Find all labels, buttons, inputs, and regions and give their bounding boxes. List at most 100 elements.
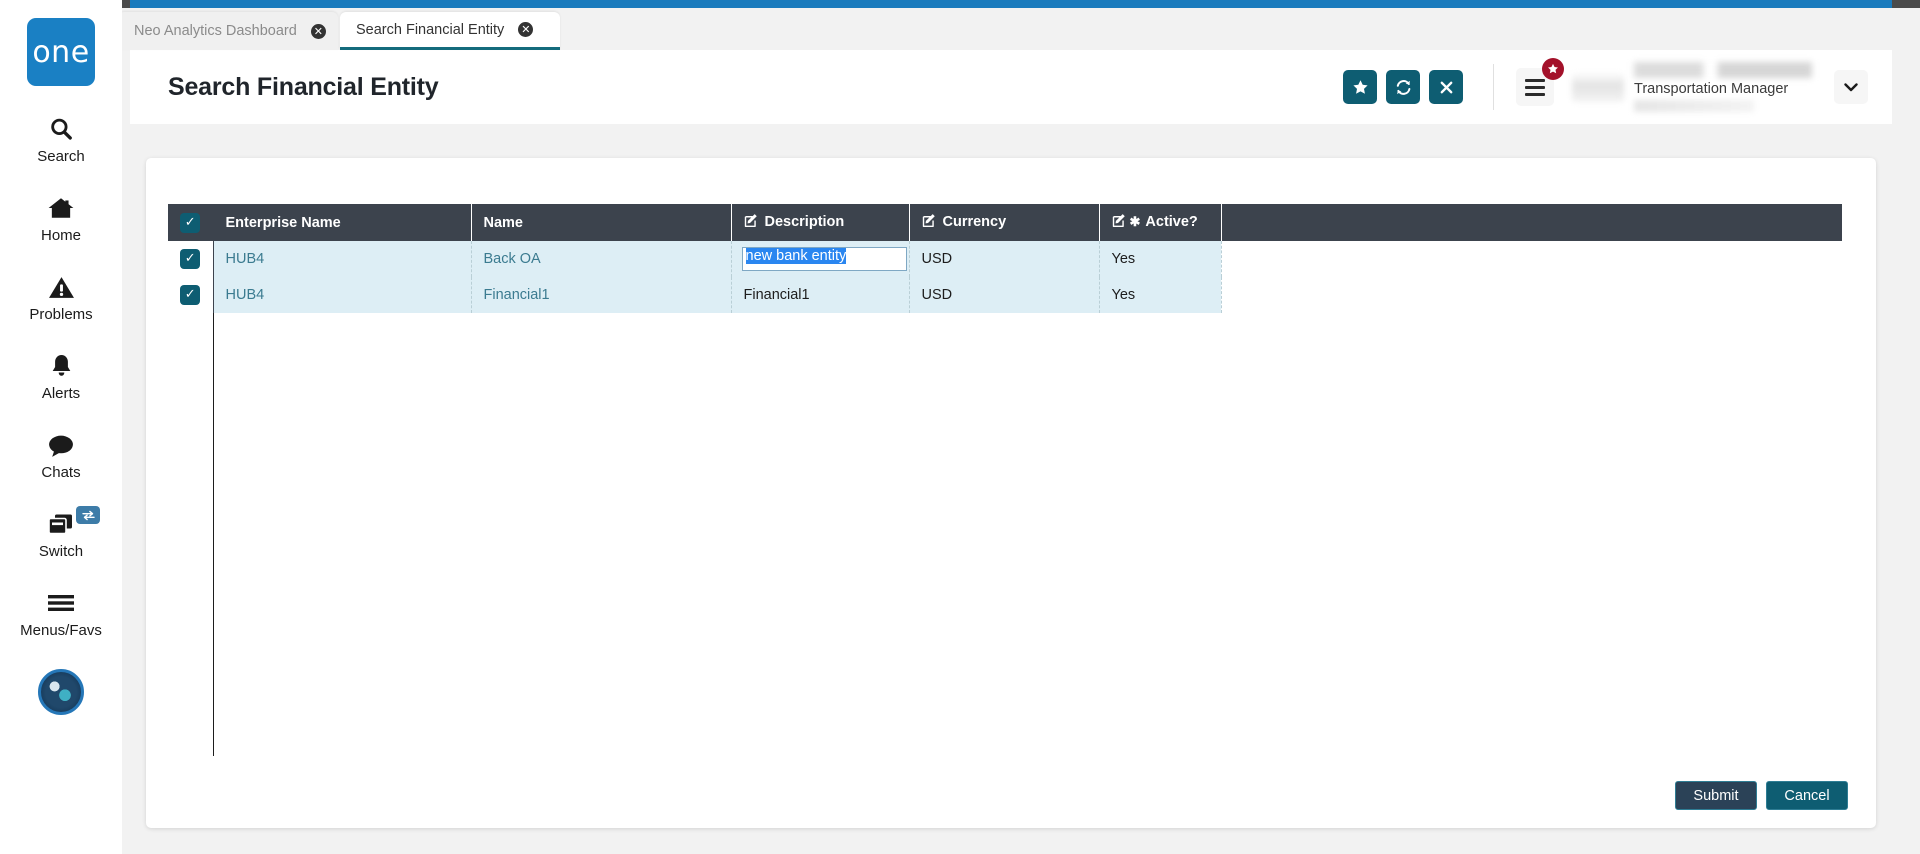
- swap-arrows-icon[interactable]: [76, 506, 100, 524]
- user-info: Transportation Manager: [1634, 62, 1820, 112]
- description-input[interactable]: new bank entity: [741, 247, 907, 271]
- sidebar-item-label: Menus/Favs: [20, 622, 102, 639]
- user-subtext-redacted: [1634, 100, 1754, 112]
- column-header-active[interactable]: ✱ Active?: [1099, 204, 1222, 241]
- financial-entity-table: ✓ Enterprise Name Name Description Curre…: [168, 204, 1842, 313]
- sidebar-item-label: Home: [40, 227, 81, 244]
- cell-spacer: [1221, 277, 1842, 313]
- refresh-icon: [1396, 79, 1410, 95]
- tab-neo-analytics-dashboard[interactable]: Neo Analytics Dashboard ✕: [118, 12, 338, 50]
- hamburger-icon-bar: [1525, 85, 1545, 89]
- cell-spacer: [1221, 241, 1842, 277]
- menu-button[interactable]: [1516, 58, 1564, 106]
- top-stripe-right-cap: [1892, 0, 1920, 8]
- content-panel: ✓ Enterprise Name Name Description Curre…: [146, 158, 1876, 828]
- checkmark-icon[interactable]: ✓: [180, 285, 201, 305]
- home-icon: [47, 192, 75, 224]
- header-divider: [1493, 64, 1494, 110]
- cell-name[interactable]: Financial1: [471, 277, 732, 313]
- user-avatar-image[interactable]: [38, 669, 84, 715]
- sidebar-item-label: Problems: [29, 306, 93, 323]
- user-role-label: Transportation Manager: [1634, 81, 1789, 97]
- checkmark-icon[interactable]: ✓: [180, 212, 201, 233]
- pencil-square-icon: [1112, 213, 1127, 232]
- header-action-bar: Transportation Manager: [1334, 50, 1892, 124]
- close-x-icon: [1440, 81, 1452, 93]
- table-row[interactable]: ✓ HUB4 Back OA new bank entity USD Yes: [168, 241, 1842, 277]
- user-profile-block[interactable]: Transportation Manager: [1572, 62, 1820, 112]
- cell-active[interactable]: Yes: [1099, 277, 1222, 313]
- app-logo-text: one: [32, 34, 90, 70]
- left-sidebar: one Search Home Problems Alerts Chats Sw…: [0, 0, 122, 854]
- sidebar-item-alerts[interactable]: Alerts: [0, 350, 122, 402]
- page-title: Search Financial Entity: [168, 72, 439, 101]
- tab-search-financial-entity[interactable]: Search Financial Entity ✕: [340, 12, 560, 50]
- description-input-value: new bank entity: [745, 248, 847, 264]
- star-badge-icon: [1542, 58, 1564, 80]
- column-header-label: Name: [483, 214, 524, 231]
- browser-tab-bar: Neo Analytics Dashboard ✕ Search Financi…: [118, 12, 1898, 50]
- refresh-button[interactable]: [1386, 70, 1420, 104]
- column-header-description[interactable]: Description: [731, 204, 910, 241]
- favorite-button[interactable]: [1343, 70, 1377, 104]
- bell-icon: [49, 350, 74, 382]
- top-stripe-left-cap: [122, 0, 130, 8]
- search-icon: [48, 113, 74, 145]
- cancel-button[interactable]: Cancel: [1766, 781, 1848, 810]
- column-header-enterprise-name[interactable]: Enterprise Name: [213, 204, 472, 241]
- close-circle-icon[interactable]: ✕: [310, 23, 326, 39]
- user-badge-redacted: [1572, 72, 1624, 102]
- user-name-redacted: [1634, 62, 1812, 78]
- windows-stack-icon: [46, 508, 76, 540]
- cell-enterprise-name[interactable]: HUB4: [213, 241, 472, 277]
- hamburger-icon-bar: [1525, 78, 1545, 82]
- checkmark-icon[interactable]: ✓: [180, 249, 201, 269]
- sidebar-item-switch[interactable]: Switch: [0, 506, 122, 560]
- column-header-label: Active?: [1145, 214, 1198, 230]
- hamburger-icon-bar: [1525, 92, 1545, 96]
- row-checkbox-cell[interactable]: ✓: [168, 277, 214, 313]
- chat-bubble-icon: [47, 429, 75, 461]
- cell-enterprise-name[interactable]: HUB4: [213, 277, 472, 313]
- user-menu-toggle[interactable]: [1834, 70, 1868, 104]
- pencil-square-icon: [744, 213, 759, 232]
- close-circle-icon[interactable]: ✕: [518, 22, 534, 37]
- cell-name[interactable]: Back OA: [471, 241, 732, 277]
- cell-currency[interactable]: USD: [909, 277, 1100, 313]
- top-accent-stripe: [130, 0, 1892, 8]
- app-logo[interactable]: one: [27, 18, 95, 86]
- hamburger-icon: [46, 587, 76, 619]
- submit-button[interactable]: Submit: [1675, 781, 1757, 810]
- chevron-down-icon: [1844, 83, 1858, 92]
- column-header-spacer: [1221, 204, 1842, 241]
- column-header-name[interactable]: Name: [471, 204, 732, 241]
- column-header-label: Enterprise Name: [225, 214, 341, 231]
- row-checkbox-cell[interactable]: ✓: [168, 241, 214, 277]
- sidebar-item-label: Switch: [38, 543, 84, 560]
- table-row[interactable]: ✓ HUB4 Financial1 Financial1 USD Yes: [168, 277, 1842, 313]
- sidebar-item-search[interactable]: Search: [0, 113, 122, 165]
- cell-currency[interactable]: USD: [909, 241, 1100, 277]
- pencil-square-icon: [922, 213, 937, 232]
- sidebar-item-problems[interactable]: Problems: [0, 271, 122, 323]
- cell-active[interactable]: Yes: [1099, 241, 1222, 277]
- table-header-row: ✓ Enterprise Name Name Description Curre…: [168, 204, 1842, 241]
- warning-triangle-icon: [48, 271, 75, 303]
- sidebar-item-chats[interactable]: Chats: [0, 429, 122, 481]
- sidebar-item-label: Chats: [41, 464, 81, 481]
- cell-description[interactable]: new bank entity: [731, 241, 910, 277]
- column-header-label: Currency: [942, 214, 1007, 230]
- close-button[interactable]: [1429, 70, 1463, 104]
- tab-label: Search Financial Entity: [356, 21, 505, 38]
- sidebar-item-home[interactable]: Home: [0, 192, 122, 244]
- sidebar-item-menus-favs[interactable]: Menus/Favs: [0, 587, 122, 639]
- sidebar-item-label: Alerts: [41, 385, 81, 402]
- sidebar-item-label: Search: [37, 148, 85, 165]
- select-all-header[interactable]: ✓: [168, 204, 214, 241]
- cell-description[interactable]: Financial1: [731, 277, 910, 313]
- panel-footer: Submit Cancel: [1675, 781, 1848, 810]
- required-asterisk-icon: ✱: [1129, 214, 1141, 229]
- tab-label: Neo Analytics Dashboard: [134, 23, 297, 39]
- column-header-label: Description: [764, 214, 845, 230]
- column-header-currency[interactable]: Currency: [909, 204, 1100, 241]
